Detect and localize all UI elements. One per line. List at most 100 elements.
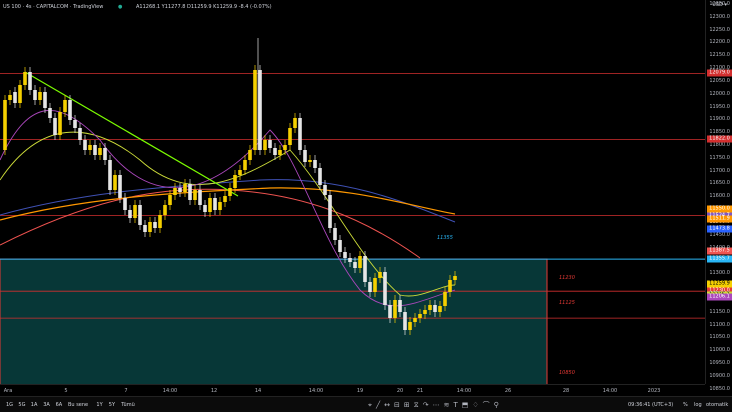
candle-body-75 [378,272,382,278]
time-label-14: 2023 [647,388,661,394]
time-label-3: 14:00 [162,388,178,394]
time-label-7: 19 [356,388,364,394]
candle-body-18 [93,145,97,155]
price-label-5: 11511.9 [707,215,732,223]
candle-body-72 [363,256,367,282]
candle-body-64 [323,185,327,195]
label-11125: 11125 [559,300,575,306]
drawing-tool-icon-6[interactable]: ↷ [423,400,429,410]
time-label-10: 14:00 [456,388,472,394]
timeframe-0[interactable]: 1G [6,397,13,412]
candle-body-86 [433,305,437,312]
candle-body-9 [48,108,52,118]
price-tick-21: 11300.0 [709,270,730,277]
candle-body-60 [303,150,307,162]
drawing-tool-icon-11[interactable]: ♢ [472,400,478,410]
symbol-title[interactable]: US 100 · 4s · CAPITALCOM · TradingView [3,0,103,14]
time-label-0: Ara [3,388,13,394]
timeframe-8[interactable]: Tümü [121,397,135,412]
candle-body-56 [283,145,287,150]
candle-body-39 [198,190,202,205]
candle-body-10 [53,118,57,135]
candle-body-74 [373,278,377,292]
chart-pane[interactable] [0,0,705,390]
price-tick-25: 11100.0 [709,321,730,328]
candle-body-12 [63,100,67,112]
price-axis[interactable]: USD ▾ 12350.0 12300.0 12250.0 12200.0 12150.… [705,0,732,404]
candle-body-68 [343,252,347,258]
timeframe-7[interactable]: 5Y [109,397,115,412]
candle-body-73 [368,282,372,292]
drawing-tool-icon-9[interactable]: T [453,400,457,410]
price-tick-14: 11650.0 [709,180,730,187]
price-tick-13: 11700.0 [709,167,730,174]
candle-body-70 [353,262,357,268]
timeframe-6[interactable]: 1Y [96,397,102,412]
candle-body-1 [8,95,12,100]
candle-body-78 [393,300,397,318]
price-label-9: 11259.9 [707,280,732,287]
auto-toggle[interactable]: otomatik [706,397,728,412]
drawing-tool-icon-10[interactable]: ⬒ [462,400,469,410]
drawing-tool-icon-3[interactable]: ⊟ [394,400,400,410]
candle-body-55 [278,150,282,155]
candle-body-89 [448,280,452,292]
drawing-tool-icon-4[interactable]: ⊞ [404,400,410,410]
drawing-tools: ⌖ ╱ ↔ ⊟ ⊞ ⧖ ↷ ⋯ ≋ T ⬒ ♢ ⌒ ⚲ [368,400,499,410]
candle-body-26 [133,205,137,218]
price-label-7: 11387.5 [707,247,732,255]
drawing-tool-icon-13[interactable]: ⚲ [494,400,499,410]
candle-body-14 [73,120,77,128]
candle-body-66 [333,228,337,240]
candle-body-42 [213,198,217,210]
log-toggle[interactable]: log [694,397,702,412]
candle-body-83 [418,314,422,318]
time-label-4: 12 [210,388,218,394]
timeframe-2[interactable]: 1A [31,397,38,412]
price-tick-9: 11900.0 [709,116,730,123]
candle-body-7 [38,92,42,100]
price-tick-2: 12250.0 [709,26,730,33]
timeframe-1[interactable]: 5G [18,397,25,412]
timeframe-4[interactable]: 6A [56,397,63,412]
candle-body-87 [438,306,442,312]
time-label-1: 5 [64,388,68,394]
timeframe-5[interactable]: Bu sene [68,397,88,412]
timeframe-3[interactable]: 3A [43,397,50,412]
drawing-tool-icon-2[interactable]: ↔ [384,400,390,410]
percent-toggle[interactable]: % [683,397,688,412]
label-11355: 11355 [437,235,453,241]
candle-body-11 [58,112,62,135]
candle-body-33 [168,195,172,205]
label-10850: 10850 [559,370,575,376]
candle-body-76 [383,272,387,305]
candle-body-30 [153,222,157,228]
candle-body-44 [223,196,227,202]
drawing-tool-icon-8[interactable]: ≋ [444,400,450,410]
drawing-tool-icon-12[interactable]: ⌒ [483,400,490,410]
candle-body-69 [348,258,352,262]
candle-body-34 [173,188,177,195]
candle-body-24 [123,198,127,210]
candle-body-52 [263,140,267,150]
candle-body-63 [318,168,322,185]
candle-body-20 [103,148,107,160]
candle-body-37 [188,184,192,200]
price-tick-7: 12000.0 [709,90,730,97]
candle-body-53 [268,140,272,148]
candle-body-19 [98,148,102,155]
price-tick-0: 12350.0 [709,1,730,7]
candle-body-50 [253,70,257,150]
time-label-13: 14:00 [602,388,618,394]
price-chart-svg[interactable] [0,0,705,390]
candle-body-47 [238,170,242,175]
drawing-tool-icon-7[interactable]: ⋯ [433,400,440,410]
candle-body-13 [68,100,72,120]
price-tick-18: 11450.0 [709,231,730,238]
time-label-6: 14:00 [308,388,324,394]
drawing-tool-icon-5[interactable]: ⧖ [414,400,419,410]
price-tick-24: 11150.0 [709,308,730,315]
drawing-tool-icon-0[interactable]: ⌖ [368,400,372,410]
drawing-tool-icon-1[interactable]: ╱ [376,400,380,410]
candle-body-28 [143,225,147,232]
